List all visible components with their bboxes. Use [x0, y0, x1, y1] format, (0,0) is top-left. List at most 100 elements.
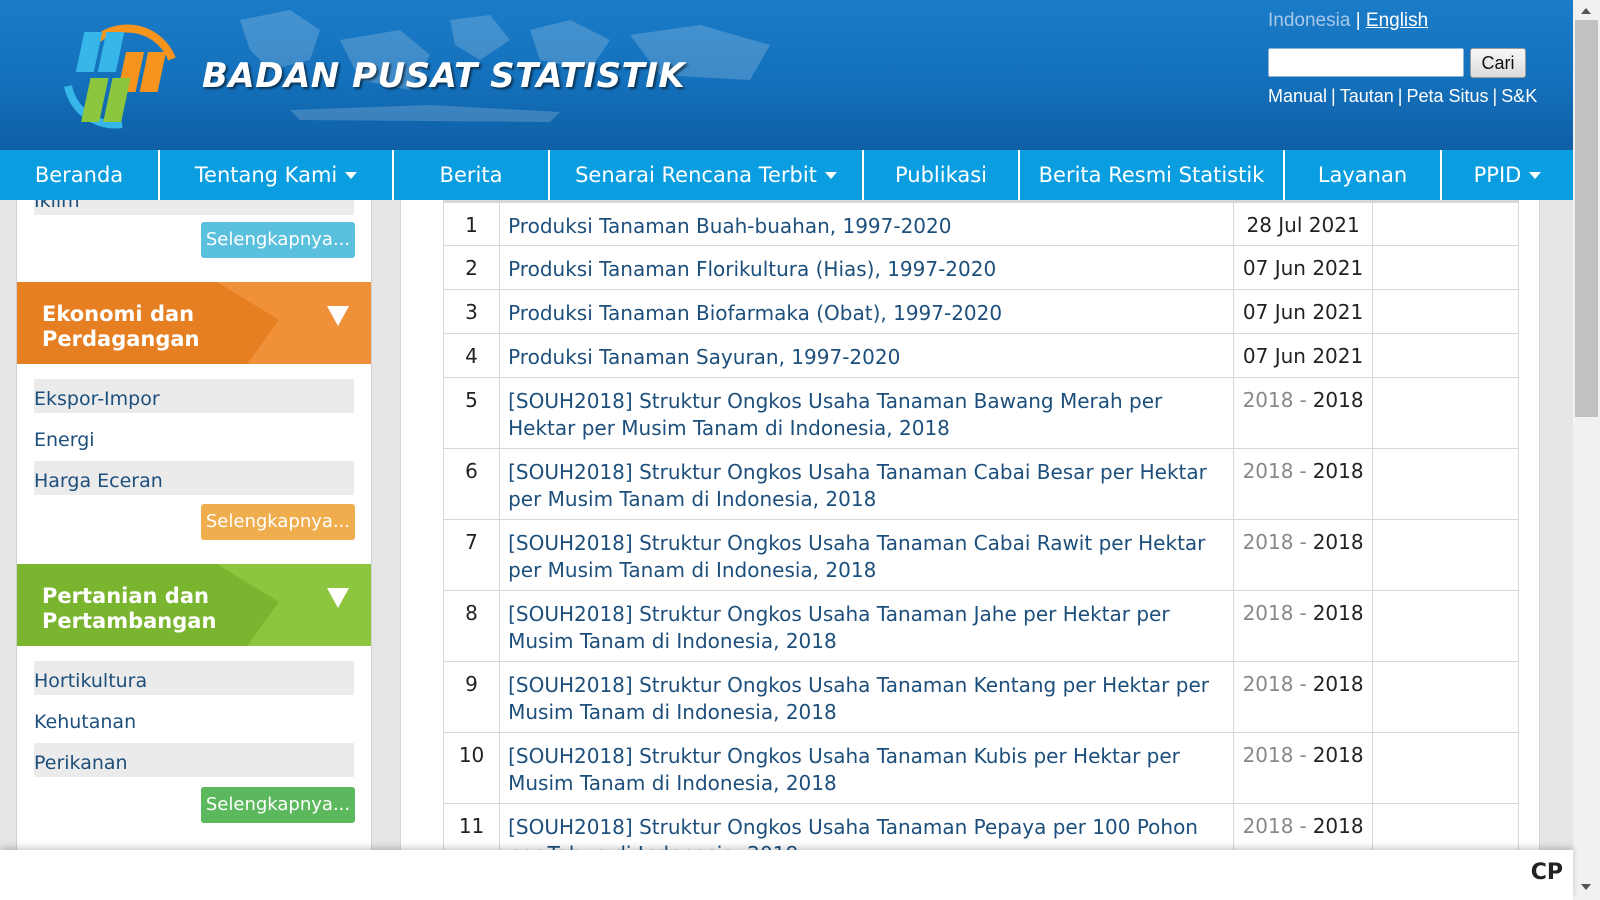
- year-separator: -: [1299, 388, 1307, 412]
- nav-label: Layanan: [1317, 163, 1408, 187]
- nav-item-ppid[interactable]: PPID: [1442, 150, 1573, 200]
- publication-title-link[interactable]: Produksi Tanaman Sayuran, 1997-2020: [499, 333, 1235, 378]
- action-cell: [1371, 289, 1520, 334]
- action-cell: [1371, 519, 1520, 591]
- row-number: 8: [442, 590, 501, 662]
- release-date: 28 Jul 2021: [1233, 200, 1373, 246]
- year-from: 2018: [1242, 814, 1294, 838]
- sidebar-item-harga-eceran[interactable]: Harga Eceran: [34, 461, 354, 495]
- action-cell: [1371, 590, 1520, 662]
- year-separator: -: [1299, 601, 1307, 625]
- search-input[interactable]: [1268, 48, 1464, 77]
- category-header-ekonomi[interactable]: Ekonomi dan Perdagangan: [17, 282, 371, 364]
- nav-label: Senarai Rencana Terbit: [575, 163, 817, 187]
- more-button[interactable]: Selengkapnya...: [201, 222, 355, 258]
- release-date: 2018-2018: [1233, 377, 1373, 449]
- category-header-pertanian[interactable]: Pertanian dan Pertambangan: [17, 564, 371, 646]
- caret-down-icon: [1529, 171, 1542, 179]
- nav-label: Berita Resmi Statistik: [1038, 163, 1265, 187]
- caret-down-icon: [824, 171, 837, 179]
- nav-item-berita-resmi-statistik[interactable]: Berita Resmi Statistik: [1020, 150, 1285, 200]
- action-cell: [1371, 377, 1520, 449]
- publication-title-link[interactable]: [SOUH2018] Struktur Ongkos Usaha Tanaman…: [499, 661, 1235, 733]
- nav-item-publikasi[interactable]: Publikasi: [864, 150, 1020, 200]
- scroll-thumb[interactable]: [1575, 20, 1598, 417]
- bottom-bar: CP: [0, 850, 1573, 900]
- lang-separator: |: [1355, 10, 1361, 31]
- release-date: 07 Jun 2021: [1233, 245, 1373, 290]
- scroll-up-arrow-icon[interactable]: [1581, 8, 1591, 14]
- release-date: 2018-2018: [1233, 448, 1373, 520]
- publication-title-link[interactable]: [SOUH2018] Struktur Ongkos Usaha Tanaman…: [499, 732, 1235, 804]
- search-button[interactable]: Cari: [1470, 48, 1526, 78]
- publication-title-link[interactable]: [SOUH2018] Struktur Ongkos Usaha Tanaman…: [499, 448, 1235, 520]
- table-row: 9 [SOUH2018] Struktur Ongkos Usaha Tanama…: [442, 661, 1520, 733]
- publication-title-link[interactable]: [SOUH2018] Struktur Ongkos Usaha Tanaman…: [499, 377, 1235, 449]
- row-number: 6: [442, 448, 501, 520]
- sk-link[interactable]: S&K: [1501, 86, 1537, 106]
- lang-english-link[interactable]: English: [1366, 10, 1428, 31]
- row-number: 4: [442, 333, 501, 378]
- site-title: BADAN PUSAT STATISTIK: [202, 56, 686, 96]
- publication-title-link[interactable]: [SOUH2018] Struktur Ongkos Usaha Tanaman…: [499, 590, 1235, 662]
- row-number: 2: [442, 245, 501, 290]
- nav-label: Berita: [439, 163, 503, 187]
- page-scrollbar[interactable]: [1573, 0, 1600, 900]
- year-to: 2018: [1312, 388, 1364, 412]
- cp-label[interactable]: CP: [1531, 860, 1563, 885]
- sidebar-item-iklim[interactable]: Iklim: [34, 200, 354, 215]
- more-button[interactable]: Selengkapnya...: [201, 787, 355, 823]
- action-cell: [1371, 448, 1520, 520]
- row-number: 10: [442, 732, 501, 804]
- action-cell: [1371, 803, 1520, 850]
- action-cell: [1371, 661, 1520, 733]
- manual-link[interactable]: Manual: [1268, 86, 1327, 106]
- sidebar-item-energi[interactable]: Energi: [34, 420, 354, 454]
- sidebar-item-hortikultura[interactable]: Hortikultura: [34, 661, 354, 695]
- peta-situs-link[interactable]: Peta Situs: [1406, 86, 1488, 106]
- nav-label: Tentang Kami: [194, 163, 338, 187]
- year-to: 2018: [1312, 459, 1364, 483]
- release-date: 07 Jun 2021: [1233, 289, 1373, 334]
- release-date: 07 Jun 2021: [1233, 333, 1373, 378]
- tautan-link[interactable]: Tautan: [1340, 86, 1394, 106]
- year-from: 2018: [1242, 459, 1294, 483]
- row-number: 9: [442, 661, 501, 733]
- publication-title-link[interactable]: Produksi Tanaman Biofarmaka (Obat), 1997…: [499, 289, 1235, 334]
- publication-title-link[interactable]: Produksi Tanaman Florikultura (Hias), 19…: [499, 245, 1235, 290]
- action-cell: [1371, 732, 1520, 804]
- year-to: 2018: [1312, 601, 1364, 625]
- table-row: 1 Produksi Tanaman Buah-buahan, 1997-2020…: [442, 200, 1520, 246]
- more-button[interactable]: Selengkapnya...: [201, 504, 355, 540]
- year-from: 2018: [1242, 601, 1294, 625]
- separator: |: [1397, 86, 1403, 106]
- scroll-down-arrow-icon[interactable]: [1581, 884, 1591, 890]
- year-separator: -: [1299, 672, 1307, 696]
- sidebar-item-kehutanan[interactable]: Kehutanan: [34, 702, 354, 736]
- sidebar-item-ekspor-impor[interactable]: Ekspor-Impor: [34, 379, 354, 413]
- caret-down-icon: [345, 171, 358, 179]
- sidebar-item-perikanan[interactable]: Perikanan: [34, 743, 354, 777]
- table-row: 6 [SOUH2018] Struktur Ongkos Usaha Tanama…: [442, 448, 1520, 520]
- row-number: 3: [442, 289, 501, 334]
- nav-item-tentang-kami[interactable]: Tentang Kami: [160, 150, 394, 200]
- nav-item-senarai-rencana-terbit[interactable]: Senarai Rencana Terbit: [550, 150, 864, 200]
- nav-item-beranda[interactable]: Beranda: [0, 150, 160, 200]
- year-from: 2018: [1242, 388, 1294, 412]
- lang-indonesia-link[interactable]: Indonesia: [1268, 10, 1350, 31]
- year-from: 2018: [1242, 530, 1294, 554]
- nav-item-layanan[interactable]: Layanan: [1285, 150, 1442, 200]
- utility-links: Manual | Tautan | Peta Situs | S&K: [1268, 86, 1537, 107]
- action-cell: [1371, 245, 1520, 290]
- publication-title-link[interactable]: Produksi Tanaman Buah-buahan, 1997-2020: [499, 200, 1235, 246]
- table-row: 3 Produksi Tanaman Biofarmaka (Obat), 199…: [442, 289, 1520, 334]
- triangle-down-icon: [327, 306, 349, 326]
- bps-logo-icon: [64, 24, 176, 129]
- category-title: Pertanian dan Pertambangan: [42, 584, 217, 633]
- publication-title-link[interactable]: [SOUH2018] Struktur Ongkos Usaha Tanaman…: [499, 519, 1235, 591]
- site-header: BADAN PUSAT STATISTIK Indonesia | Englis…: [0, 0, 1573, 150]
- nav-item-berita[interactable]: Berita: [394, 150, 550, 200]
- category-sidebar: Iklim Selengkapnya... Ekonomi dan Perdag…: [16, 200, 372, 850]
- publication-title-link[interactable]: [SOUH2018] Struktur Ongkos Usaha Tanaman…: [499, 803, 1235, 850]
- row-number: 5: [442, 377, 501, 449]
